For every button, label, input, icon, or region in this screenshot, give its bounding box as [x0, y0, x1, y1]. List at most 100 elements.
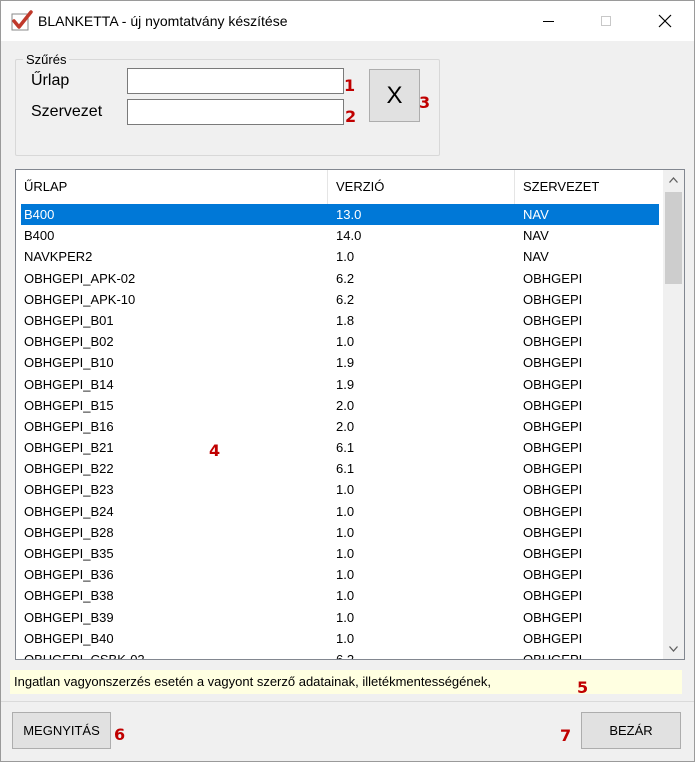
form-filter-label: Űrlap [31, 72, 70, 89]
table-row[interactable]: OBHGEPI_B36 1.0 OBHGEPI [21, 564, 659, 585]
table-row[interactable]: OBHGEPI_APK-10 6.2 OBHGEPI [21, 289, 659, 310]
row-version-cell: 6.2 [336, 291, 355, 307]
table-row[interactable]: OBHGEPI_B35 1.0 OBHGEPI [21, 543, 659, 564]
row-organization-cell: OBHGEPI [523, 630, 583, 646]
row-organization-cell: OBHGEPI [523, 355, 583, 371]
row-form-cell: OBHGEPI_B35 [24, 546, 114, 561]
scroll-down-button[interactable] [663, 639, 684, 659]
row-version-cell: 1.9 [336, 376, 355, 392]
clear-filter-button[interactable]: X [369, 69, 420, 122]
row-form-cell: OBHGEPI_B14 [24, 376, 114, 392]
maximize-button[interactable] [577, 1, 635, 41]
red-checkmark-icon [11, 10, 33, 31]
row-version-cell: 6.1 [336, 461, 355, 477]
table-row[interactable]: B400 13.0 NAV [21, 204, 659, 226]
row-form-cell: OBHGEPI_APK-02 [24, 270, 136, 286]
table-row[interactable]: OBHGEPI_B39 1.0 OBHGEPI [21, 607, 659, 628]
row-form-cell: OBHGEPI_B23 [24, 482, 114, 498]
open-button[interactable]: MEGNYITÁS [12, 712, 111, 749]
row-form-cell: OBHGEPI_B40 [24, 630, 114, 646]
org-filter-label: Szervezet [31, 103, 103, 120]
row-organization-cell: OBHGEPI [523, 651, 583, 660]
chevron-up-icon [669, 177, 678, 183]
table-row[interactable]: OBHGEPI_B23 1.0 OBHGEPI [21, 479, 659, 500]
row-organization-cell: OBHGEPI [523, 270, 583, 286]
row-version-cell: 1.0 [336, 249, 355, 265]
table-row[interactable]: OBHGEPI_B24 1.0 OBHGEPI [21, 501, 659, 522]
row-form-cell: OBHGEPI_B21 [24, 440, 114, 456]
row-form-cell: OBHGEPI_B36 [24, 567, 114, 583]
row-form-cell: OBHGEPI_APK-10 [24, 291, 136, 307]
marker-1: 1 [344, 76, 356, 95]
window-title: BLANKETTA - új nyomtatvány készítése [38, 13, 288, 29]
row-organization-cell: OBHGEPI [523, 609, 583, 625]
row-form-cell: OBHGEPI_B02 [24, 334, 114, 350]
row-organization-cell: OBHGEPI [523, 588, 583, 604]
row-organization-cell: OBHGEPI [523, 482, 583, 498]
row-organization-cell: OBHGEPI [523, 312, 583, 328]
minimize-icon [542, 20, 554, 22]
table-row[interactable]: OBHGEPI_CSBK-02 6.2 OBHGEPI [21, 649, 659, 660]
row-organization-cell: OBHGEPI [523, 376, 583, 392]
row-organization-cell: OBHGEPI [523, 567, 583, 583]
row-organization-cell: NAV [523, 249, 549, 265]
table-row[interactable]: OBHGEPI_B16 2.0 OBHGEPI [21, 416, 659, 437]
footer-divider [1, 701, 694, 702]
row-version-cell: 1.0 [336, 609, 355, 625]
marker-3: 3 [419, 93, 431, 112]
row-organization-cell: OBHGEPI [523, 334, 583, 350]
table-row[interactable]: NAVKPER2 1.0 NAV [21, 246, 659, 267]
table-row[interactable]: OBHGEPI_B02 1.0 OBHGEPI [21, 331, 659, 352]
table-row[interactable]: OBHGEPI_B22 6.1 OBHGEPI [21, 458, 659, 479]
table-row[interactable]: OBHGEPI_B21 6.1 OBHGEPI [21, 437, 659, 458]
row-form-cell: OBHGEPI_B10 [24, 355, 114, 371]
row-form-cell: OBHGEPI_B24 [24, 503, 114, 519]
row-form-cell: OBHGEPI_B39 [24, 609, 114, 625]
table-row[interactable]: B400 14.0 NAV [21, 225, 659, 246]
row-form-cell: OBHGEPI_B16 [24, 418, 114, 434]
form-filter-input[interactable] [127, 68, 344, 94]
row-form-cell: OBHGEPI_B15 [24, 397, 114, 413]
table-row[interactable]: OBHGEPI_B10 1.9 OBHGEPI [21, 352, 659, 373]
table-row[interactable]: OBHGEPI_B14 1.9 OBHGEPI [21, 374, 659, 395]
table-row[interactable]: OBHGEPI_B28 1.0 OBHGEPI [21, 522, 659, 543]
table-row[interactable]: OBHGEPI_B15 2.0 OBHGEPI [21, 395, 659, 416]
row-version-cell: 6.2 [336, 651, 355, 660]
close-button[interactable]: BEZÁR [581, 712, 681, 749]
table-row[interactable]: OBHGEPI_APK-02 6.2 OBHGEPI [21, 268, 659, 289]
marker-6: 6 [114, 725, 126, 744]
column-header-version[interactable]: VERZIÓ [328, 170, 515, 204]
row-organization-cell: OBHGEPI [523, 461, 583, 477]
row-form-cell: OBHGEPI_B22 [24, 461, 114, 477]
row-version-cell: 6.1 [336, 440, 355, 456]
row-version-cell: 1.0 [336, 334, 355, 350]
minimize-button[interactable] [519, 1, 577, 41]
form-list[interactable]: ŰRLAP VERZIÓ SZERVEZET B400 13.0 NAV B400 14… [15, 169, 685, 660]
app-window: BLANKETTA - új nyomtatvány készítése Szű… [0, 0, 695, 762]
row-version-cell: 1.0 [336, 630, 355, 646]
column-header-form[interactable]: ŰRLAP [16, 170, 328, 204]
chevron-down-icon [669, 646, 678, 652]
row-version-cell: 1.0 [336, 567, 355, 583]
row-organization-cell: OBHGEPI [523, 418, 583, 434]
scroll-up-button[interactable] [663, 170, 684, 190]
org-filter-input[interactable] [127, 99, 344, 125]
column-header-organization[interactable]: SZERVEZET [515, 170, 659, 204]
row-version-cell: 2.0 [336, 397, 355, 413]
row-organization-cell: OBHGEPI [523, 524, 583, 540]
row-version-cell: 1.9 [336, 355, 355, 371]
row-version-cell: 14.0 [336, 228, 362, 244]
table-row[interactable]: OBHGEPI_B38 1.0 OBHGEPI [21, 585, 659, 606]
scrollbar-thumb[interactable] [665, 192, 682, 284]
row-form-cell: OBHGEPI_CSBK-02 [24, 651, 145, 660]
table-row[interactable]: OBHGEPI_B40 1.0 OBHGEPI [21, 628, 659, 649]
title-bar[interactable]: BLANKETTA - új nyomtatvány készítése [1, 1, 694, 41]
marker-4: 4 [209, 441, 221, 460]
list-header: ŰRLAP VERZIÓ SZERVEZET [16, 170, 659, 204]
table-row[interactable]: OBHGEPI_B01 1.8 OBHGEPI [21, 310, 659, 331]
list-rows: B400 13.0 NAV B400 14.0 NAV NAVKPER2 1.0 NAV OBHG… [21, 204, 659, 660]
close-window-button[interactable] [636, 1, 694, 41]
vertical-scrollbar[interactable] [663, 170, 684, 659]
row-form-cell: OBHGEPI_B01 [24, 312, 114, 328]
row-organization-cell: OBHGEPI [523, 503, 583, 519]
